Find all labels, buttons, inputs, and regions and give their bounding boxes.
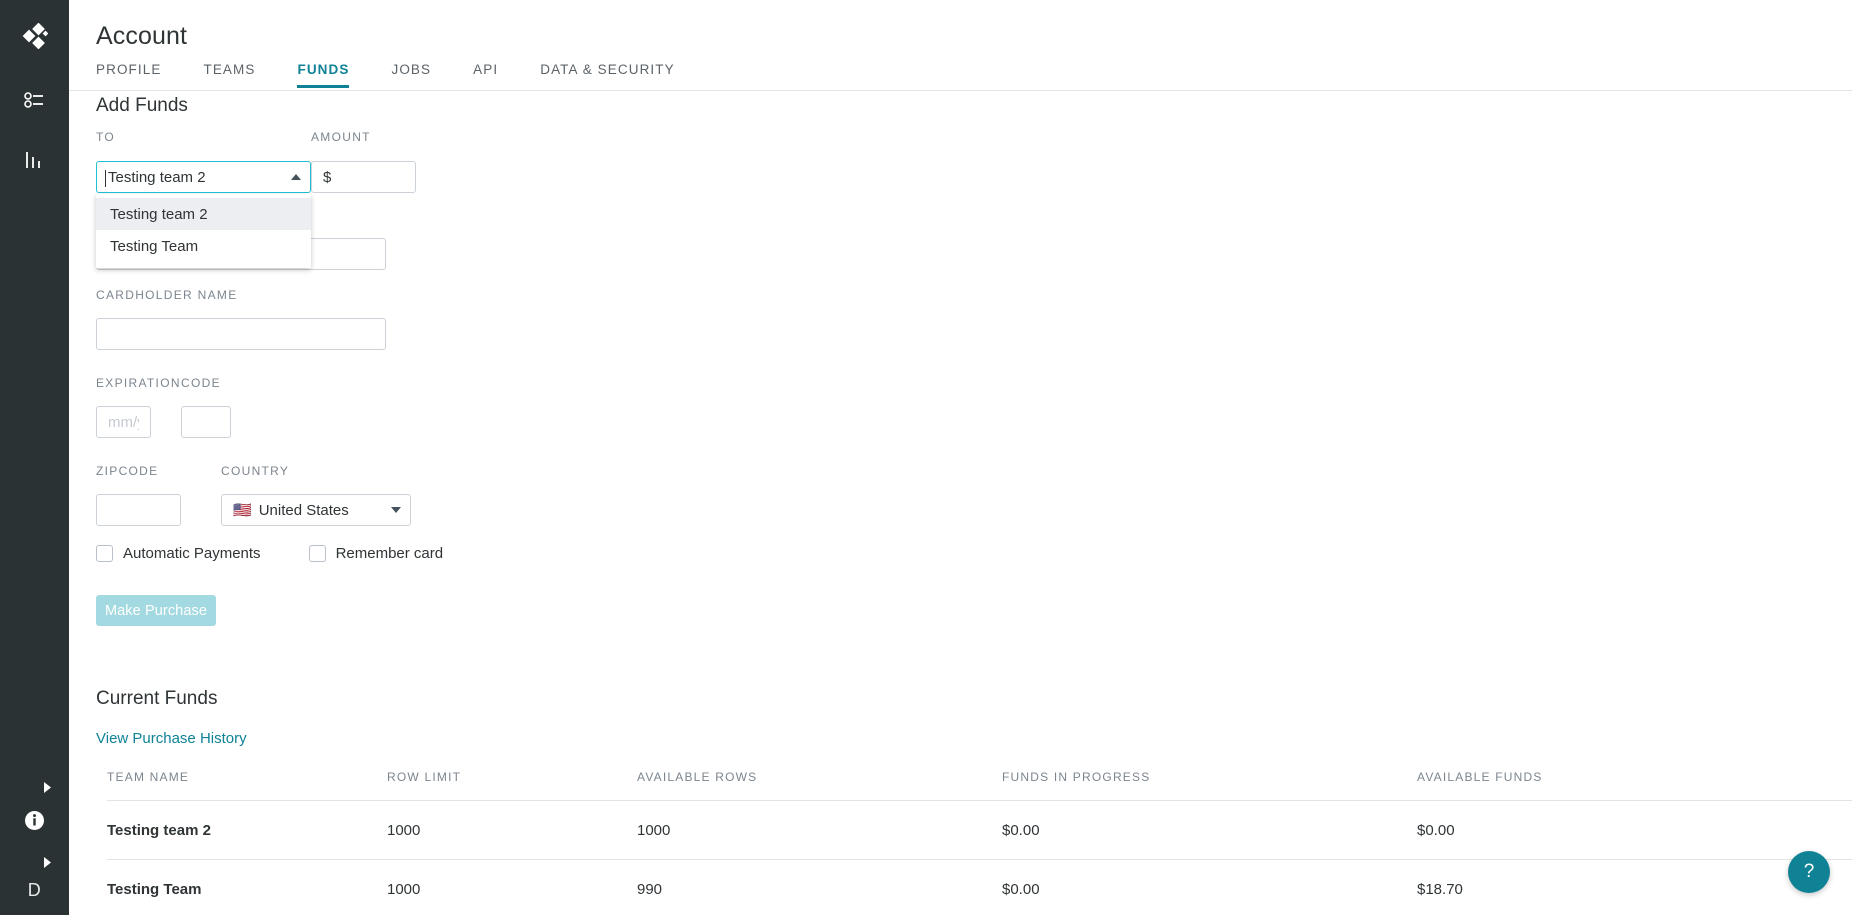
column-header-available-rows: AVAILABLE ROWS <box>637 770 1002 801</box>
automatic-payments-checkbox[interactable]: Automatic Payments <box>96 545 261 562</box>
to-select-value: Testing team 2 <box>108 168 206 186</box>
triangle-down-icon <box>391 507 401 513</box>
cell-team-name: Testing Team <box>107 859 387 915</box>
dropdown-option-testing-team-2[interactable]: Testing team 2 <box>96 198 311 230</box>
to-label: TO <box>96 130 116 144</box>
sidebar-item-list[interactable] <box>0 80 69 120</box>
bar-chart-icon <box>25 152 40 168</box>
tab-funds[interactable]: FUNDS <box>297 62 350 88</box>
cell-available-rows: 1000 <box>637 800 1002 860</box>
tab-bar: PROFILE TEAMS FUNDS JOBS API DATA & SECU… <box>96 62 1852 90</box>
sidebar-item-chart[interactable] <box>0 140 69 180</box>
tab-profile[interactable]: PROFILE <box>96 62 161 88</box>
triangle-up-icon <box>291 174 301 180</box>
chevron-right-icon <box>44 782 51 793</box>
main-content: Account PROFILE TEAMS FUNDS JOBS API DAT… <box>69 0 1852 915</box>
to-select[interactable]: Testing team 2 <box>96 161 311 193</box>
help-button[interactable]: ? <box>1788 851 1830 893</box>
cell-row-limit: 1000 <box>387 800 637 860</box>
dropdown-option-testing-team[interactable]: Testing Team <box>96 230 311 262</box>
list-settings-icon <box>23 92 43 108</box>
cardholder-name-input[interactable] <box>96 318 386 350</box>
rail-expand-bottom[interactable] <box>44 855 52 873</box>
tab-divider <box>69 90 1852 91</box>
cell-team-name: Testing team 2 <box>107 800 387 860</box>
avatar[interactable]: D <box>0 875 69 905</box>
amount-input[interactable] <box>311 161 416 193</box>
expiration-label: EXPIRATION <box>96 376 181 390</box>
column-header-team-name: TEAM NAME <box>107 770 387 801</box>
tab-data-security[interactable]: DATA & SECURITY <box>540 62 675 88</box>
column-header-available-funds: AVAILABLE FUNDS <box>1417 770 1852 801</box>
cell-funds-in-progress: $0.00 <box>1002 800 1417 860</box>
make-purchase-button[interactable]: Make Purchase <box>96 595 216 626</box>
cardholder-name-label: CARDHOLDER NAME <box>96 288 238 302</box>
zipcode-label: ZIPCODE <box>96 464 159 478</box>
view-purchase-history-link[interactable]: View Purchase History <box>96 730 247 747</box>
code-input[interactable] <box>181 406 231 438</box>
country-label: COUNTRY <box>221 464 290 478</box>
page-title: Account <box>96 22 188 50</box>
to-select-dropdown: Testing team 2 Testing Team <box>96 194 311 268</box>
expiration-input[interactable] <box>96 406 151 438</box>
column-header-row-limit: ROW LIMIT <box>387 770 637 801</box>
cell-available-funds: $18.70 <box>1417 859 1852 915</box>
table-header-row: TEAM NAME ROW LIMIT AVAILABLE ROWS FUNDS… <box>107 770 1852 801</box>
checkbox-box <box>96 545 113 562</box>
add-funds-heading: Add Funds <box>96 95 188 116</box>
tab-jobs[interactable]: JOBS <box>391 62 431 88</box>
country-select-value: United States <box>258 501 349 519</box>
current-funds-table: TEAM NAME ROW LIMIT AVAILABLE ROWS FUNDS… <box>107 770 1852 915</box>
column-header-funds-in-progress: FUNDS IN PROGRESS <box>1002 770 1417 801</box>
current-funds-heading: Current Funds <box>96 688 218 709</box>
remember-card-label: Remember card <box>335 545 444 562</box>
zipcode-input[interactable] <box>96 494 181 526</box>
cell-row-limit: 1000 <box>387 859 637 915</box>
app-logo[interactable] <box>0 14 69 58</box>
checkbox-row: Automatic Payments Remember card <box>96 545 443 562</box>
cell-available-funds: $0.00 <box>1417 800 1852 860</box>
checkbox-box <box>308 545 326 562</box>
left-nav-rail: D <box>0 0 69 915</box>
account-funds-page: D Account PROFILE TEAMS FUNDS JOBS API D… <box>0 0 1852 915</box>
code-label: CODE <box>181 376 221 390</box>
cell-funds-in-progress: $0.00 <box>1002 859 1417 915</box>
automatic-payments-label: Automatic Payments <box>123 545 261 562</box>
rail-expand-top[interactable] <box>44 780 52 798</box>
table-row: Testing team 2 1000 1000 $0.00 $0.00 <box>107 800 1852 860</box>
info-button[interactable] <box>0 805 69 835</box>
text-cursor <box>105 170 106 187</box>
cell-available-rows: 990 <box>637 859 1002 915</box>
us-flag-icon: 🇺🇸 <box>233 501 252 519</box>
remember-card-checkbox[interactable]: Remember card <box>308 545 444 562</box>
table-row: Testing Team 1000 990 $0.00 $18.70 <box>107 859 1852 915</box>
tab-teams[interactable]: TEAMS <box>203 62 255 88</box>
tab-api[interactable]: API <box>473 62 498 88</box>
info-icon <box>25 810 44 830</box>
diamond-cluster-logo-icon <box>22 23 48 49</box>
country-select[interactable]: 🇺🇸 United States <box>221 494 411 526</box>
amount-label: AMOUNT <box>311 130 371 144</box>
chevron-right-icon <box>44 857 51 868</box>
